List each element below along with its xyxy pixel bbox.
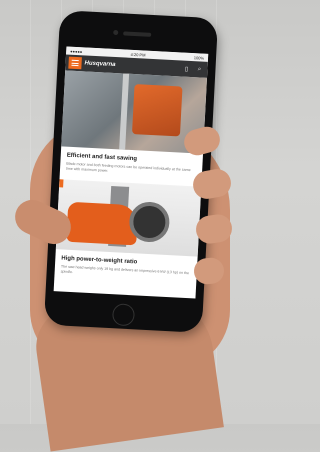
saw-body <box>66 201 139 246</box>
phone-screen: ●●●●● 4:20 PM 100% Husqvarna ▯ ⌕ Efficie… <box>53 46 209 299</box>
side-tab[interactable] <box>59 179 64 188</box>
speaker <box>123 31 152 37</box>
battery-indicator: 100% <box>193 54 205 61</box>
menu-button[interactable] <box>68 56 82 70</box>
camera <box>113 29 119 36</box>
document-icon[interactable]: ▯ <box>181 65 191 73</box>
menu-icon-line <box>71 59 79 62</box>
menu-icon-line <box>71 62 79 64</box>
phone: ●●●●● 4:20 PM 100% Husqvarna ▯ ⌕ Efficie… <box>43 10 219 333</box>
carrier-signal: ●●●●● <box>70 48 83 54</box>
track-post <box>119 73 130 150</box>
brand-logo[interactable]: Husqvarna <box>84 60 115 68</box>
wall-saw <box>131 84 183 137</box>
article-image-power <box>55 179 202 257</box>
status-time: 4:20 PM <box>130 51 146 58</box>
home-button[interactable] <box>111 303 136 327</box>
menu-icon-line <box>71 64 79 67</box>
search-icon[interactable]: ⌕ <box>194 66 204 74</box>
